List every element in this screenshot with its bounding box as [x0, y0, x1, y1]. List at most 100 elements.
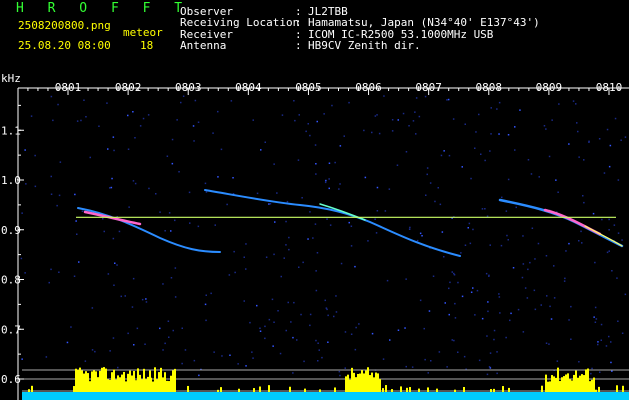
noise-dot — [545, 255, 548, 257]
noise-dot — [475, 131, 477, 133]
noise-dot — [324, 181, 327, 184]
noise-dot — [490, 107, 492, 109]
noise-dot — [501, 196, 503, 199]
noise-dot — [81, 210, 84, 212]
noise-dot — [467, 227, 469, 229]
noise-dot — [109, 350, 111, 352]
noise-dot — [505, 336, 507, 339]
activity-bar — [490, 389, 492, 392]
noise-dot — [348, 101, 350, 104]
noise-dot — [309, 134, 311, 137]
noise-dot — [343, 135, 345, 137]
noise-dot — [493, 338, 495, 341]
activity-bar — [463, 387, 465, 392]
noise-dot — [415, 97, 418, 99]
noise-dot — [245, 243, 247, 245]
noise-dot — [590, 372, 592, 375]
noise-dot — [391, 130, 394, 132]
activity-bar — [145, 379, 147, 392]
activity-bar — [131, 375, 133, 392]
noise-dot — [608, 165, 611, 168]
activity-bar — [154, 367, 156, 392]
activity-bar — [406, 387, 408, 392]
noise-dot — [252, 357, 254, 359]
noise-dot — [558, 103, 560, 105]
y-tick-label: 1.1 — [1, 124, 21, 137]
activity-bar — [77, 369, 79, 392]
activity-bar — [369, 375, 371, 392]
activity-bar — [172, 370, 174, 392]
noise-dot — [290, 321, 292, 323]
noise-dot — [611, 370, 613, 372]
noise-dot — [594, 261, 596, 264]
noise-dot — [136, 327, 139, 330]
noise-dot — [217, 110, 219, 113]
activity-bar — [493, 388, 495, 392]
noise-dot — [328, 162, 331, 164]
noise-dot — [162, 283, 164, 285]
activity-bar — [359, 373, 361, 392]
activity-bar — [559, 386, 561, 392]
noise-dot — [464, 244, 467, 246]
noise-dot — [448, 154, 451, 157]
noise-dot — [405, 278, 407, 280]
noise-dot — [464, 123, 466, 125]
activity-bar — [579, 375, 581, 392]
noise-dot — [350, 245, 353, 247]
noise-dot — [405, 151, 408, 153]
noise-dot — [474, 314, 476, 316]
noise-dot — [480, 153, 482, 155]
noise-dot — [378, 132, 381, 135]
noise-dot — [171, 138, 174, 141]
noise-dot — [106, 102, 108, 104]
noise-dot — [545, 128, 547, 130]
activity-bar — [28, 389, 30, 392]
noise-dot — [601, 218, 603, 221]
noise-dot — [522, 235, 524, 237]
noise-dot — [624, 293, 627, 296]
noise-dot — [48, 281, 50, 284]
noise-dot — [437, 187, 439, 189]
noise-dot — [363, 129, 365, 132]
noise-dot — [249, 321, 251, 324]
noise-dot — [402, 112, 405, 115]
meteor-trace — [204, 189, 461, 257]
noise-dot — [486, 373, 489, 376]
noise-dot — [307, 123, 309, 125]
noise-dot — [389, 339, 391, 341]
noise-dot — [446, 99, 448, 101]
activity-bar — [164, 372, 166, 392]
noise-dot — [127, 114, 129, 117]
noise-dot — [515, 206, 517, 209]
activity-bar — [587, 368, 589, 392]
noise-dot — [404, 327, 406, 329]
noise-dot — [572, 100, 575, 102]
noise-dot — [159, 327, 161, 330]
noise-dot — [75, 220, 77, 222]
noise-dot — [344, 367, 346, 369]
noise-dot — [593, 316, 595, 318]
noise-dot — [505, 210, 508, 212]
noise-dot — [217, 176, 219, 178]
activity-bar — [115, 388, 117, 392]
noise-dot — [228, 274, 231, 276]
activity-bar — [259, 386, 261, 392]
noise-dot — [230, 100, 233, 102]
noise-dot — [384, 210, 387, 212]
noise-dot — [575, 103, 577, 105]
activity-bar — [107, 379, 109, 392]
noise-dot — [548, 343, 550, 345]
noise-dot — [452, 118, 455, 120]
activity-bar — [569, 379, 571, 392]
activity-bar — [123, 371, 125, 392]
noise-dot — [592, 212, 595, 215]
noise-dot — [294, 119, 296, 122]
noise-dot — [603, 172, 606, 174]
noise-dot — [184, 349, 187, 351]
noise-dot — [243, 256, 245, 258]
noise-dot — [500, 244, 503, 247]
activity-bar — [75, 368, 77, 392]
noise-dot — [117, 366, 119, 369]
noise-dot — [232, 177, 234, 179]
noise-dot — [309, 211, 311, 213]
